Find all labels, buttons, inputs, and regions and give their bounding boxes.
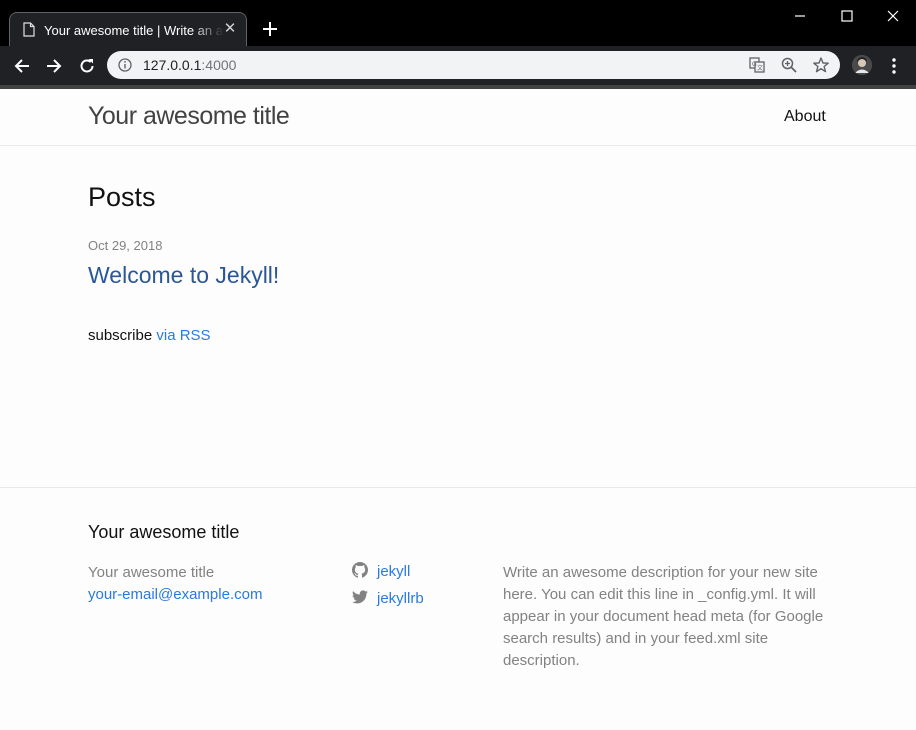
footer-name: Your awesome title <box>88 564 215 581</box>
page-heading: Posts <box>88 182 156 212</box>
profile-icon <box>852 55 872 75</box>
page-icon <box>23 22 35 37</box>
subscribe-label: subscribe <box>88 327 153 344</box>
reload-icon[interactable] <box>77 56 97 76</box>
site-footer: Your awesome title Your awesome title yo… <box>0 487 916 730</box>
svg-text:文: 文 <box>757 64 763 72</box>
close-window-icon[interactable] <box>883 6 903 26</box>
site-description: Write an awesome description for your ne… <box>503 564 824 669</box>
avatar[interactable] <box>852 55 872 75</box>
address-bar[interactable]: 127.0.0.1:4000 G 文 <box>107 51 840 79</box>
translate-icon[interactable]: G 文 <box>748 56 766 74</box>
tab-title: Your awesome title | Write an awesome de… <box>44 23 224 38</box>
forward-icon[interactable] <box>44 56 64 76</box>
site-title-link[interactable]: Your awesome title <box>88 102 290 131</box>
zoom-icon[interactable] <box>780 56 798 74</box>
subscribe-text: subscribe via RSS <box>88 327 211 344</box>
browser-toolbar: 127.0.0.1:4000 G 文 <box>0 46 916 86</box>
info-icon[interactable] <box>118 58 132 72</box>
more-icon[interactable] <box>886 56 902 76</box>
url-text[interactable]: 127.0.0.1:4000 <box>143 57 236 73</box>
github-label: jekyll <box>377 563 411 580</box>
post-date: Oct 29, 2018 <box>88 238 163 253</box>
site-header: Your awesome title About <box>0 89 916 146</box>
close-icon[interactable]: ✕ <box>222 21 238 37</box>
twitter-label: jekyllrb <box>377 590 424 607</box>
browser-tab[interactable]: Your awesome title | Write an awesome de… <box>9 12 247 46</box>
star-icon[interactable] <box>812 56 830 74</box>
footer-email-link[interactable]: your-email@example.com <box>88 586 262 603</box>
maximize-icon[interactable] <box>837 6 857 26</box>
minimize-icon[interactable] <box>790 6 810 26</box>
github-icon <box>352 562 368 578</box>
twitter-icon <box>352 590 368 604</box>
nav-about-link[interactable]: About <box>784 108 826 126</box>
plus-icon[interactable] <box>260 19 280 39</box>
back-icon[interactable] <box>12 56 32 76</box>
browser-titlebar: Your awesome title | Write an awesome de… <box>0 0 916 46</box>
rss-link[interactable]: via RSS <box>156 327 210 344</box>
footer-heading: Your awesome title <box>88 522 240 542</box>
post-title-link[interactable]: Welcome to Jekyll! <box>88 262 279 289</box>
